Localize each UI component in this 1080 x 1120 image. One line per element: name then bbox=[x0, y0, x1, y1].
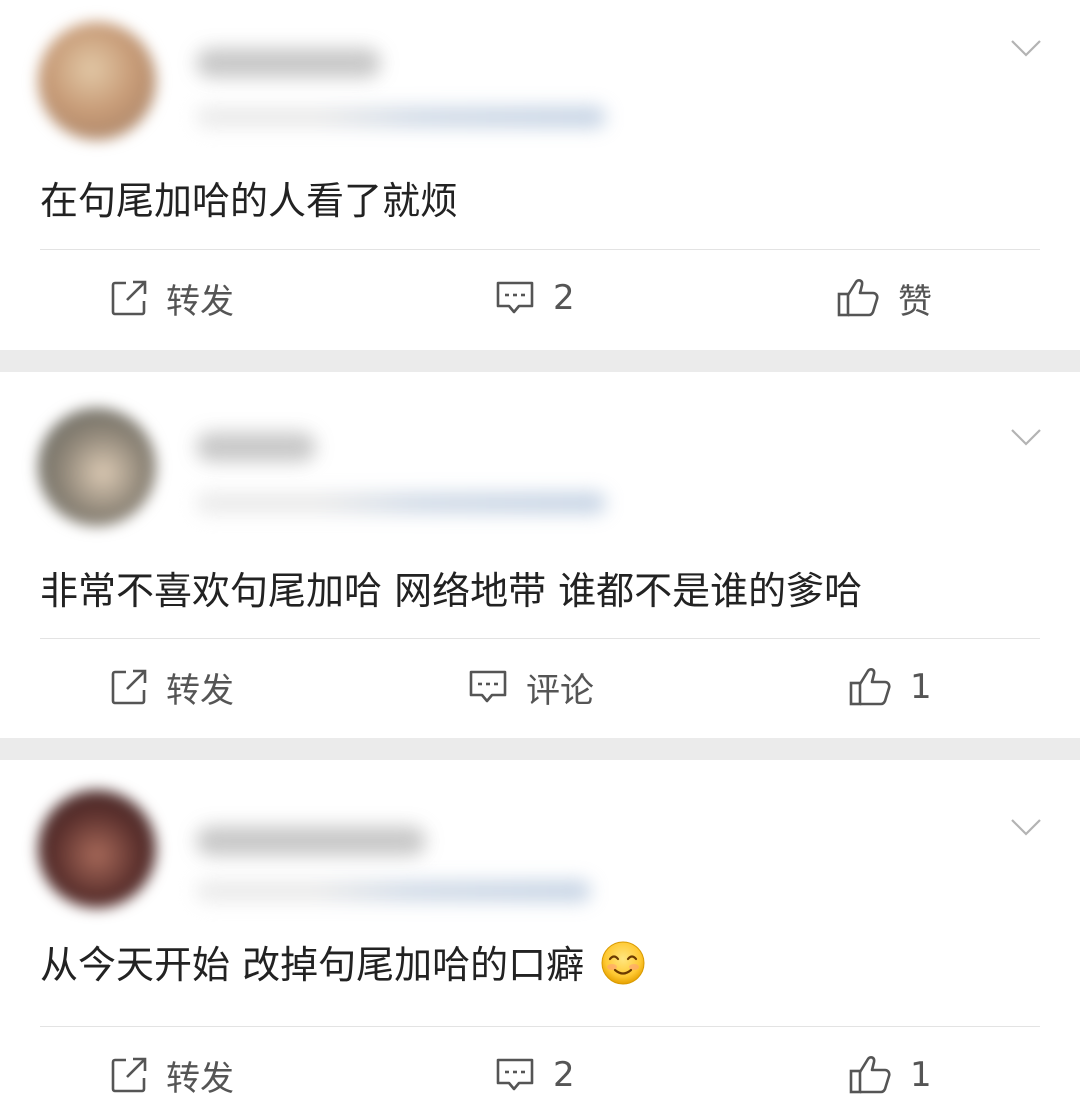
avatar[interactable] bbox=[38, 790, 156, 908]
comment-icon bbox=[496, 1058, 534, 1091]
thumbs-up-icon bbox=[849, 668, 891, 706]
like-button[interactable]: 赞 bbox=[836, 268, 932, 328]
username-blurred[interactable] bbox=[196, 48, 381, 78]
chevron-down-icon[interactable] bbox=[1010, 38, 1042, 58]
post-meta-blurred bbox=[196, 106, 606, 128]
avatar[interactable] bbox=[38, 22, 156, 140]
repost-button[interactable]: 转发 bbox=[110, 657, 234, 717]
repost-label: 转发 bbox=[166, 670, 234, 711]
smiling-face-emoji-icon bbox=[601, 941, 645, 985]
chevron-down-icon[interactable] bbox=[1010, 817, 1042, 837]
chevron-down-icon[interactable] bbox=[1010, 427, 1042, 447]
comment-count: 2 bbox=[553, 1055, 575, 1095]
action-bar: 转发 2 赞 bbox=[0, 268, 1080, 328]
like-button[interactable]: 1 bbox=[848, 657, 932, 717]
comment-icon bbox=[469, 670, 507, 703]
repost-label: 转发 bbox=[166, 281, 234, 322]
like-count: 1 bbox=[910, 667, 932, 707]
divider bbox=[40, 638, 1040, 639]
action-bar: 转发 评论 1 bbox=[0, 657, 1080, 717]
comment-card: 非常不喜欢句尾加哈 网络地带 谁都不是谁的爹哈 转发 评论 1 bbox=[0, 372, 1080, 738]
repost-button[interactable]: 转发 bbox=[110, 268, 234, 328]
divider bbox=[40, 1026, 1040, 1027]
repost-icon bbox=[111, 1057, 147, 1093]
comment-label: 评论 bbox=[526, 670, 594, 711]
repost-icon bbox=[111, 280, 147, 316]
divider bbox=[40, 249, 1040, 250]
comment-text: 在句尾加哈的人看了就烦 bbox=[40, 179, 459, 223]
like-button[interactable]: 1 bbox=[848, 1045, 932, 1105]
username-blurred[interactable] bbox=[196, 826, 426, 856]
comment-text: 非常不喜欢句尾加哈 网络地带 谁都不是谁的爹哈 bbox=[40, 569, 863, 613]
username-blurred[interactable] bbox=[196, 432, 316, 462]
thumbs-up-icon bbox=[837, 279, 879, 317]
comment-button[interactable]: 2 bbox=[495, 1045, 575, 1105]
like-count: 1 bbox=[910, 1055, 932, 1095]
post-meta-blurred bbox=[196, 880, 591, 902]
comment-card: 在句尾加哈的人看了就烦 转发 2 赞 bbox=[0, 0, 1080, 350]
repost-icon bbox=[111, 669, 147, 705]
comment-button[interactable]: 评论 bbox=[468, 657, 594, 717]
repost-label: 转发 bbox=[166, 1058, 234, 1099]
repost-button[interactable]: 转发 bbox=[110, 1045, 234, 1105]
comment-text: 从今天开始 改掉句尾加哈的口癖 bbox=[40, 943, 585, 987]
comment-feed: 在句尾加哈的人看了就烦 转发 2 赞 非常不喜欢句尾加哈 网络地带 谁都不是谁的… bbox=[0, 0, 1080, 1120]
comment-button[interactable]: 2 bbox=[495, 268, 575, 328]
comment-card: 从今天开始 改掉句尾加哈的口癖 转发 2 1 bbox=[0, 760, 1080, 1120]
like-label: 赞 bbox=[898, 281, 932, 322]
action-bar: 转发 2 1 bbox=[0, 1045, 1080, 1105]
post-meta-blurred bbox=[196, 492, 606, 514]
comment-icon bbox=[496, 281, 534, 314]
thumbs-up-icon bbox=[849, 1056, 891, 1094]
avatar[interactable] bbox=[38, 408, 156, 526]
comment-count: 2 bbox=[553, 278, 575, 318]
comment-text-wrapper: 从今天开始 改掉句尾加哈的口癖 bbox=[40, 940, 646, 990]
